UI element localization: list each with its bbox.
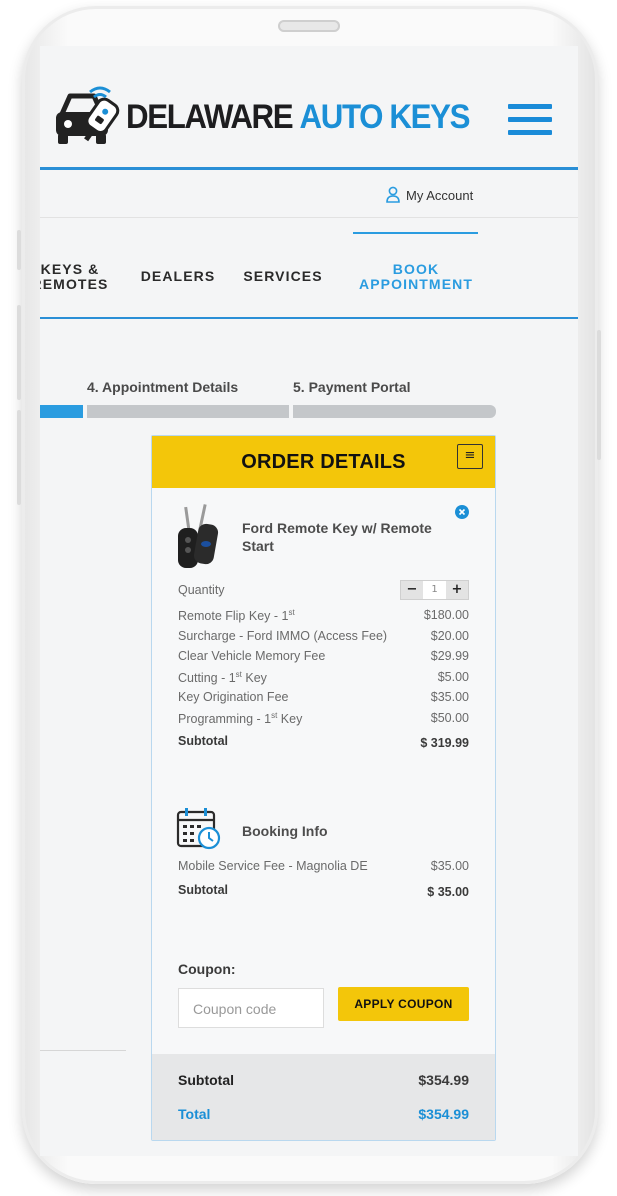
brand-word-1: DELAWARE (126, 98, 294, 136)
order-total-label: Total (178, 1106, 211, 1122)
logo-car-key-icon[interactable] (50, 84, 130, 154)
footer-divider (40, 1050, 126, 1051)
apply-coupon-button[interactable]: APPLY COUPON (338, 987, 469, 1021)
product-subtotal-value: $ 319.99 (420, 736, 469, 750)
brand-logo-text[interactable]: DELAWARE AUTO KEYS (126, 98, 471, 137)
phone-side-button (17, 410, 21, 505)
booking-line-item-label: Mobile Service Fee - Magnolia DE (178, 859, 368, 873)
product-name: Ford Remote Key w/ Remote Start (242, 520, 432, 554)
order-totals: Subtotal $354.99 Total $354.99 (152, 1054, 495, 1140)
line-item-value: $50.00 (430, 711, 469, 725)
product-subtotal-label: Subtotal (178, 734, 228, 748)
hamburger-menu-icon[interactable] (508, 104, 552, 136)
quantity-decrease-button[interactable]: − (401, 581, 423, 599)
line-item-label: Surcharge - Ford IMMO (Access Fee) (178, 629, 388, 643)
progress-segment-4 (87, 405, 289, 418)
nav-item-dealers[interactable]: DEALERS (136, 269, 220, 284)
nav-item-keys-remotes[interactable]: KEYS & REMOTES (40, 262, 120, 292)
progress-segment-5 (293, 405, 496, 418)
order-total-value: $354.99 (418, 1106, 469, 1122)
line-item-value: $5.00 (437, 670, 469, 684)
nav-divider (40, 317, 578, 319)
order-details-title: ORDER DETAILS (241, 451, 406, 473)
quantity-label: Quantity (178, 583, 225, 597)
booking-subtotal-value: $ 35.00 (427, 885, 469, 899)
nav-item-services[interactable]: SERVICES (240, 269, 326, 284)
line-item-label: Key Origination Fee (178, 690, 289, 704)
order-menu-icon[interactable]: ≡ (457, 444, 483, 469)
coupon-label: Coupon: (178, 961, 236, 977)
booking-subtotal-label: Subtotal (178, 883, 228, 897)
coupon-code-input[interactable]: Coupon code (178, 988, 324, 1028)
booking-info-title: Booking Info (242, 823, 328, 839)
progress-active-segment (40, 405, 83, 418)
order-details-card: ORDER DETAILS ≡ Ford Remote Key w/ Remot… (151, 435, 496, 1141)
step-payment-portal[interactable]: 5. Payment Portal (293, 379, 411, 395)
nav-active-indicator (353, 232, 478, 234)
line-item-label: Cutting - 1st Key (178, 670, 267, 686)
line-item-label: Remote Flip Key - 1st (178, 608, 295, 624)
line-item-label: Clear Vehicle Memory Fee (178, 649, 326, 663)
quantity-increase-button[interactable]: + (446, 581, 468, 599)
line-item-value: $180.00 (423, 608, 469, 622)
order-subtotal-label: Subtotal (178, 1072, 234, 1088)
remove-item-icon[interactable] (455, 504, 469, 519)
line-item-value: $35.00 (430, 690, 469, 704)
remote-key-image (174, 504, 222, 574)
calendar-clock-icon (176, 807, 222, 851)
nav-item-book-appointment[interactable]: BOOK APPOINTMENT (356, 262, 476, 292)
user-icon[interactable] (386, 186, 400, 204)
quantity-stepper[interactable]: − 1 + (400, 580, 469, 600)
order-subtotal-value: $354.99 (418, 1072, 469, 1088)
phone-speaker (278, 20, 340, 32)
line-item-label: Programming - 1st Key (178, 711, 303, 727)
line-item-value: $20.00 (430, 629, 469, 643)
phone-side-button (597, 330, 601, 460)
screen: DELAWARE AUTO KEYS My Account KEYS & REM… (40, 46, 578, 1156)
phone-side-button (17, 230, 21, 270)
account-divider (40, 217, 578, 218)
my-account-link[interactable]: My Account (406, 188, 473, 203)
brand-word-2: AUTO KEYS (299, 98, 471, 136)
header-divider (40, 167, 578, 170)
line-item-value: $29.99 (430, 649, 469, 663)
quantity-value[interactable]: 1 (423, 581, 446, 599)
phone-side-button (17, 305, 21, 400)
step-appointment-details[interactable]: 4. Appointment Details (87, 379, 238, 395)
booking-line-item-value: $35.00 (430, 859, 469, 873)
